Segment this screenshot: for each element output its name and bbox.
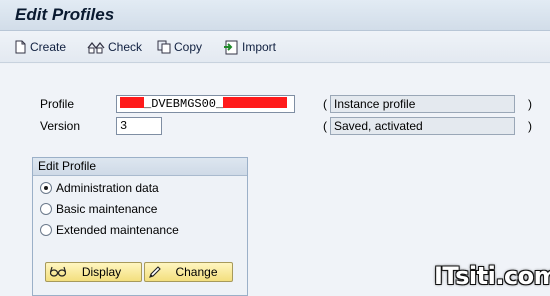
document-new-icon [15, 40, 26, 54]
create-button[interactable]: Create [14, 39, 66, 55]
check-button[interactable]: Check [87, 39, 142, 55]
change-button[interactable]: Change [144, 262, 233, 282]
radio-unselected-icon [40, 224, 52, 236]
import-icon [224, 40, 238, 54]
radio-unselected-icon [40, 203, 52, 215]
radio-administration-data[interactable]: Administration data [40, 181, 159, 195]
version-description: Saved, activated [330, 117, 515, 135]
version-label: Version [40, 119, 81, 133]
radio-label: Extended maintenance [56, 223, 179, 237]
radio-label: Basic maintenance [56, 202, 158, 216]
profile-field[interactable]: _DVEBMGS00_ [116, 95, 295, 113]
title-bar: Edit Profiles [0, 0, 550, 31]
radio-basic-maintenance[interactable]: Basic maintenance [40, 202, 157, 216]
display-button[interactable]: Display [45, 262, 142, 282]
paren-close: ) [528, 119, 532, 133]
profile-value: _DVEBMGS00_ [144, 97, 224, 111]
site-watermark: ITsiti.com [434, 262, 550, 290]
application-toolbar: Create Check Copy Import [0, 31, 550, 63]
import-button[interactable]: Import [223, 39, 276, 55]
profile-description: Instance profile [330, 95, 515, 113]
copy-label: Copy [174, 40, 203, 54]
radio-extended-maintenance[interactable]: Extended maintenance [40, 223, 179, 237]
copy-icon [157, 40, 171, 54]
version-field[interactable]: 3 [116, 117, 162, 135]
create-label: Create [30, 40, 67, 54]
group-title: Edit Profile [33, 158, 247, 176]
paren-open: ( [323, 97, 327, 111]
glasses-icon [49, 266, 67, 277]
radio-selected-icon [40, 182, 52, 194]
copy-button[interactable]: Copy [157, 39, 202, 55]
paren-open: ( [323, 119, 327, 133]
redaction-mark [223, 97, 288, 108]
check-label: Check [108, 40, 143, 54]
page-title: Edit Profiles [15, 5, 115, 24]
pencil-icon [149, 266, 161, 278]
check-icon [87, 41, 105, 54]
import-label: Import [242, 40, 277, 54]
profile-label: Profile [40, 97, 75, 111]
paren-close: ) [528, 97, 532, 111]
version-value: 3 [120, 119, 128, 133]
radio-label: Administration data [56, 181, 159, 195]
redaction-mark [120, 97, 144, 108]
edit-profile-group: Edit Profile Administration data Basic m… [32, 157, 248, 296]
